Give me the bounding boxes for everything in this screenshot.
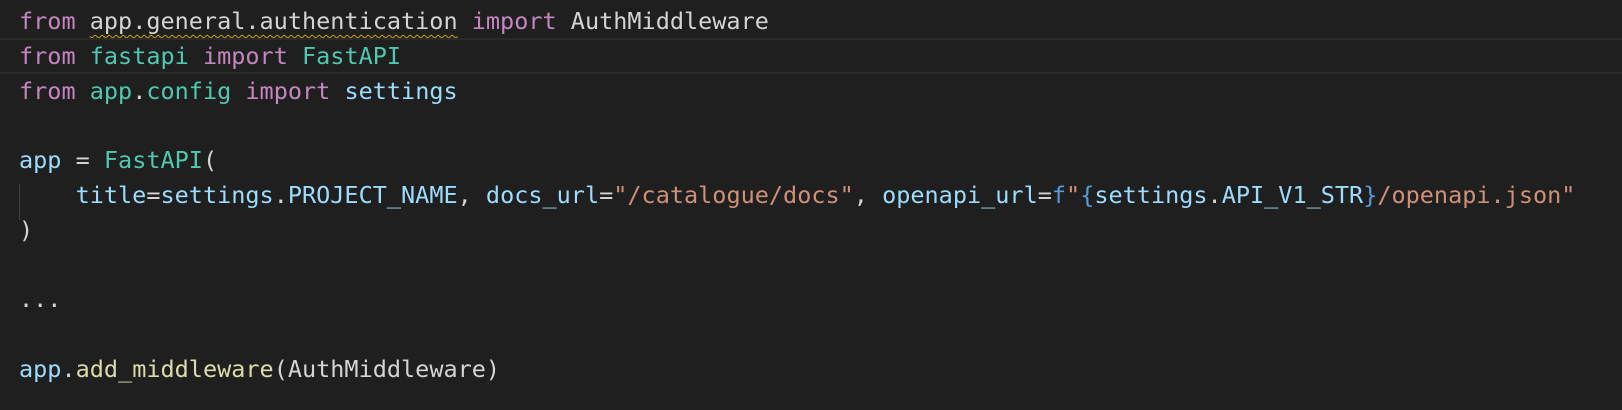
code-token: , [457,181,486,209]
code-token: from [19,77,76,105]
line-code: app.add_middleware(AuthMiddleware) [19,351,500,387]
code-line-9[interactable]: ... [0,281,1622,317]
line-code: ... [19,281,61,317]
line-code: from app.general.authentication import A… [19,3,769,39]
code-token: , [853,181,883,209]
code-token: title [75,181,147,209]
code-token: FastAPI [103,146,203,174]
code-token: = [61,146,104,174]
code-token: settings [344,77,458,105]
line-code: from app.config import settings [19,73,458,109]
code-token: settings [160,181,274,209]
code-token: app.general.authentication [89,7,458,35]
code-editor[interactable]: from app.general.authentication import A… [0,0,1622,410]
code-token: = [1037,181,1052,209]
code-token: add_middleware [75,355,274,383]
line-code: title=settings.PROJECT_NAME, docs_url="/… [19,177,1576,213]
code-token: /openapi.json" [1377,181,1576,209]
code-token: from [19,7,76,35]
code-token: openapi_url [882,181,1038,209]
code-token: app [19,355,62,383]
code-token: app [89,77,133,105]
code-token: = [599,181,614,209]
code-token: PROJECT_NAME [287,181,458,209]
code-line-3[interactable]: from app.config import settings [0,73,1622,109]
line-code: app = FastAPI( [19,142,217,178]
code-token: import [202,42,288,70]
code-token: fastapi [89,42,189,70]
code-token: . [132,77,147,105]
code-token: ... [19,285,62,313]
code-line-8[interactable] [0,247,1622,283]
code-line-7[interactable]: ) [0,212,1622,248]
code-token: from [19,42,76,70]
code-token: . [1207,181,1222,209]
code-line-5[interactable]: app = FastAPI( [0,142,1622,178]
code-token: settings [1094,181,1208,209]
code-token: import [245,77,331,105]
code-line-1[interactable]: from app.general.authentication import A… [0,3,1622,39]
code-token: " [1066,181,1081,209]
code-token: } [1363,181,1378,209]
code-token: import [471,7,557,35]
code-token: "/catalogue/docs" [613,181,854,209]
code-token: f [1051,181,1067,209]
code-token: ( [202,146,218,174]
code-token: . [273,181,288,209]
line-code: ) [19,212,33,248]
code-line-11[interactable]: app.add_middleware(AuthMiddleware) [0,351,1622,387]
code-token: config [146,77,232,105]
code-token: { [1080,181,1095,209]
line-code: from fastapi import FastAPI [19,40,401,72]
code-token: ) [19,216,34,244]
code-token: API_V1_STR [1221,181,1364,209]
code-line-6[interactable]: title=settings.PROJECT_NAME, docs_url="/… [0,177,1622,213]
code-token: docs_url [485,181,600,209]
code-line-4[interactable] [0,108,1622,144]
code-token: . [61,355,76,383]
code-line-2-current[interactable]: from fastapi import FastAPI [0,38,1622,74]
code-token: app [19,146,62,174]
code-token: (AuthMiddleware) [273,355,501,383]
code-line-10[interactable] [0,316,1622,352]
code-token: FastAPI [302,42,402,70]
code-token: = [146,181,161,209]
code-token: AuthMiddleware [556,7,769,35]
